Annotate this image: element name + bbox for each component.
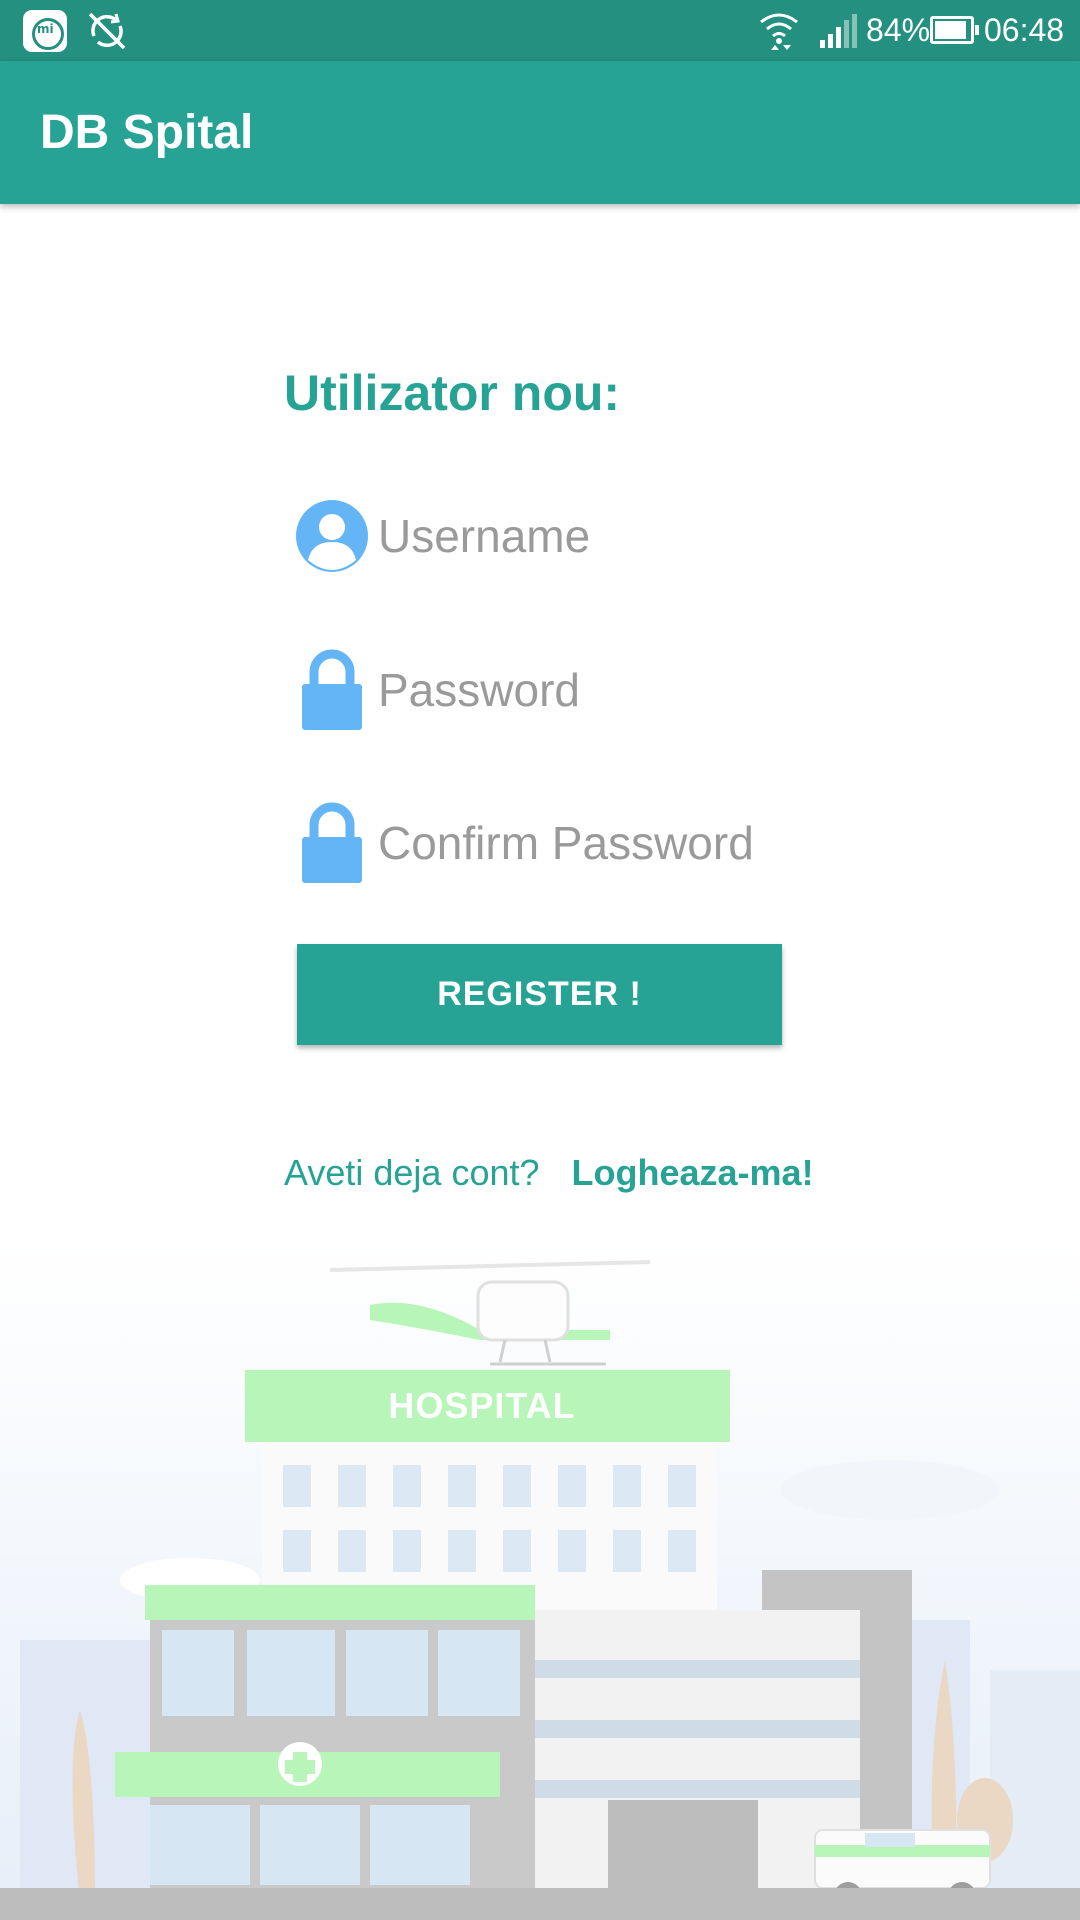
hospital-illustration: HOSPITAL (0, 1240, 1080, 1920)
form-heading: Utilizator nou: (284, 365, 621, 421)
status-bar: mi 84% 06:48 (0, 0, 1080, 61)
password-input[interactable] (378, 658, 818, 722)
confirm-password-input[interactable] (378, 811, 818, 875)
confirm-password-field (290, 793, 818, 893)
register-button[interactable]: REGISTER ! (297, 944, 782, 1045)
username-input[interactable] (378, 504, 818, 568)
mi-icon: mi (23, 10, 67, 52)
lock-icon (302, 649, 362, 730)
login-prompt: Aveti deja cont? Logheaza-ma! (284, 1152, 814, 1194)
wifi-icon (760, 13, 798, 50)
password-field (290, 640, 818, 740)
user-icon (296, 500, 368, 572)
lock-icon (302, 802, 362, 883)
login-question: Aveti deja cont? (284, 1152, 540, 1193)
hospital-sign: HOSPITAL (388, 1385, 575, 1426)
app-title: DB Spital (40, 106, 254, 159)
battery-percentage: 84% (866, 12, 931, 48)
battery-icon (930, 16, 979, 44)
clock: 06:48 (984, 12, 1065, 48)
signal-icon (820, 14, 857, 48)
username-field (290, 486, 818, 586)
app-bar: DB Spital (0, 61, 1080, 204)
login-link[interactable]: Logheaza-ma! (572, 1152, 814, 1193)
rotation-off-icon (88, 12, 126, 50)
